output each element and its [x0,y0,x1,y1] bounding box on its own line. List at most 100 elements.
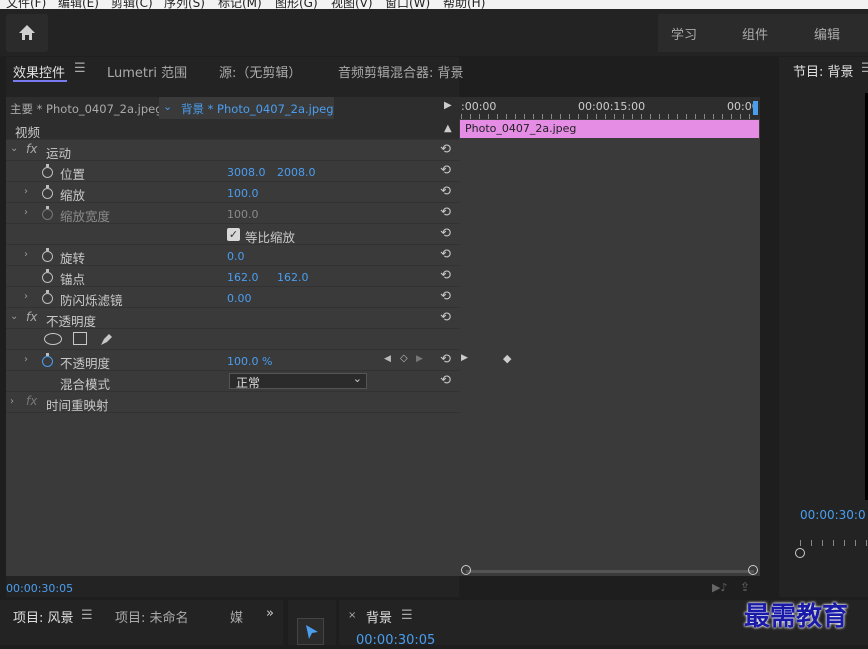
menu-window[interactable]: 窗口(W) [385,0,430,9]
reset-icon[interactable]: ⟲ [440,310,451,325]
playhead[interactable] [753,101,758,115]
menu-sequence[interactable]: 序列(S) [164,0,205,9]
rotation-value[interactable]: 0.0 [227,250,245,263]
export-icon[interactable]: ⇪ [740,580,750,594]
fx-icon: fx [26,310,38,324]
menu-file[interactable]: 文件(F) [6,0,46,9]
master-clip-tab[interactable]: 主要 * Photo_0407_2a.jpeg [10,101,163,117]
keyframe-diamond-icon[interactable]: ◆ [503,352,511,365]
reset-icon[interactable]: ⟲ [440,289,451,304]
panel-menu-icon[interactable]: ☰ [81,608,93,623]
workspace-editing[interactable]: 编辑 [814,24,840,43]
menu-view[interactable]: 视图(V) [331,0,373,9]
panel-menu-icon[interactable]: ☰ [74,61,86,76]
pen-mask-icon[interactable] [99,331,115,347]
position-x-value[interactable]: 3008.0 [227,166,266,179]
menu-clip[interactable]: 剪辑(C) [111,0,153,9]
sequence-timecode[interactable]: 00:00:30:05 [356,633,435,648]
stopwatch-icon[interactable] [42,248,53,262]
reset-icon[interactable]: ⟲ [440,226,451,241]
chevron-right-icon[interactable]: › [10,396,14,407]
scale-label: 缩放 [60,188,86,203]
anchor-x-value[interactable]: 162.0 [227,271,259,284]
tab-lumetri-scopes[interactable]: Lumetri 范围 [107,62,187,81]
next-keyframe-icon[interactable]: ▶ [416,354,423,364]
chevron-right-icon[interactable]: › [24,291,28,302]
program-timecode[interactable]: 00:00:30:0 [800,508,866,522]
reset-icon[interactable]: ⟲ [440,247,451,262]
chevron-down-icon[interactable]: ⌄ [10,311,18,322]
blend-mode-select[interactable]: 正常 ⌄ [229,372,367,390]
panel-menu-icon[interactable]: ☰ [401,608,413,623]
clip-bar[interactable]: Photo_0407_2a.jpeg [460,120,759,138]
home-button[interactable] [6,14,48,52]
tab-program[interactable]: 节目: 背景 [793,61,854,80]
reset-icon[interactable]: ⟲ [440,163,451,178]
mask-tools-row [6,329,459,350]
motion-row[interactable]: ⌄ fx 运动 ⟲ [6,140,459,161]
stopwatch-icon[interactable] [42,269,53,283]
keyframe-in-icon[interactable]: ▶ [461,353,468,363]
tab-effect-controls[interactable]: 效果控件 [13,62,65,81]
menu-edit[interactable]: 编辑(E) [58,0,99,9]
tab-project-untitled[interactable]: 项目: 未命名 [115,607,189,626]
menu-graphics[interactable]: 图形(G) [275,0,318,9]
reset-icon[interactable]: ⟲ [440,352,451,367]
chevron-down-icon[interactable]: ⌄ [163,100,172,113]
uniform-scale-checkbox[interactable]: ✓ [227,228,240,241]
add-keyframe-icon[interactable]: ◇ [400,353,408,364]
time-ruler[interactable]: :00:00 00:00:15:00 00:00 [459,97,760,119]
audio-icon[interactable]: ▶♪ [712,581,727,594]
chevron-right-icon[interactable]: › [24,354,28,365]
position-y-value[interactable]: 2008.0 [277,166,316,179]
opacity-section-label: 不透明度 [46,314,97,329]
reset-icon[interactable]: ⟲ [440,142,451,157]
menu-help[interactable]: 帮助(H) [443,0,485,9]
opacity-value[interactable]: 100.0 % [227,355,272,368]
workspace-learn[interactable]: 学习 [671,24,697,43]
scale-value[interactable]: 100.0 [227,187,259,200]
stopwatch-icon[interactable] [42,185,53,199]
close-icon[interactable]: × [348,610,356,621]
fx-timecode[interactable]: 00:00:30:05 [6,582,73,595]
stopwatch-icon[interactable] [42,164,53,178]
play-icon[interactable]: ▶ [444,100,452,111]
reset-icon[interactable]: ⟲ [440,184,451,199]
reset-icon[interactable]: ⟲ [440,373,451,388]
tab-source[interactable]: 源:（无剪辑） [219,62,301,81]
tab-media[interactable]: 媒 [230,607,243,626]
selection-tool[interactable] [297,618,324,645]
panel-menu-icon[interactable]: ☰ [861,61,868,76]
sequence-clip-tab[interactable]: 背景 * Photo_0407_2a.jpeg [181,101,334,117]
more-tabs-icon[interactable]: » [266,606,274,621]
blend-mode-value: 正常 [236,376,261,390]
stopwatch-icon[interactable] [42,353,53,367]
scroll-handle-right[interactable] [748,565,758,575]
chevron-right-icon[interactable]: › [24,207,28,218]
zoom-scrollbar[interactable] [466,570,754,573]
tab-sequence[interactable]: 背景 [366,607,392,626]
reset-icon[interactable]: ⟲ [440,205,451,220]
chevron-right-icon[interactable]: › [24,249,28,260]
ruler-start: :00:00 [461,100,497,113]
prev-keyframe-icon[interactable]: ◀ [384,354,391,364]
anchor-y-value[interactable]: 162.0 [277,271,309,284]
stopwatch-icon[interactable] [42,290,53,304]
rectangle-mask-icon[interactable] [73,332,87,345]
scroll-handle-left[interactable] [461,565,471,575]
tab-project-scenery[interactable]: 项目: 风景 [13,607,74,626]
opacity-section-row[interactable]: ⌄ fx 不透明度 ⟲ [6,308,459,329]
tab-audio-clip-mixer[interactable]: 音频剪辑混合器: 背景 [338,62,464,81]
menu-marker[interactable]: 标记(M) [218,0,262,9]
chevron-down-icon[interactable]: ⌄ [10,143,18,154]
ellipse-mask-icon[interactable] [44,333,62,345]
program-scroll-handle[interactable] [795,548,805,558]
workspace-assembly[interactable]: 组件 [742,24,768,43]
reset-icon[interactable]: ⟲ [440,268,451,283]
chevron-right-icon[interactable]: › [24,186,28,197]
time-remap-row[interactable]: › fx 时间重映射 [6,392,459,413]
flicker-value[interactable]: 0.00 [227,292,252,305]
fx-icon: fx [26,142,38,156]
collapse-icon[interactable]: ▲ [444,123,452,134]
watermark-logo: 最需教育 [744,602,849,632]
